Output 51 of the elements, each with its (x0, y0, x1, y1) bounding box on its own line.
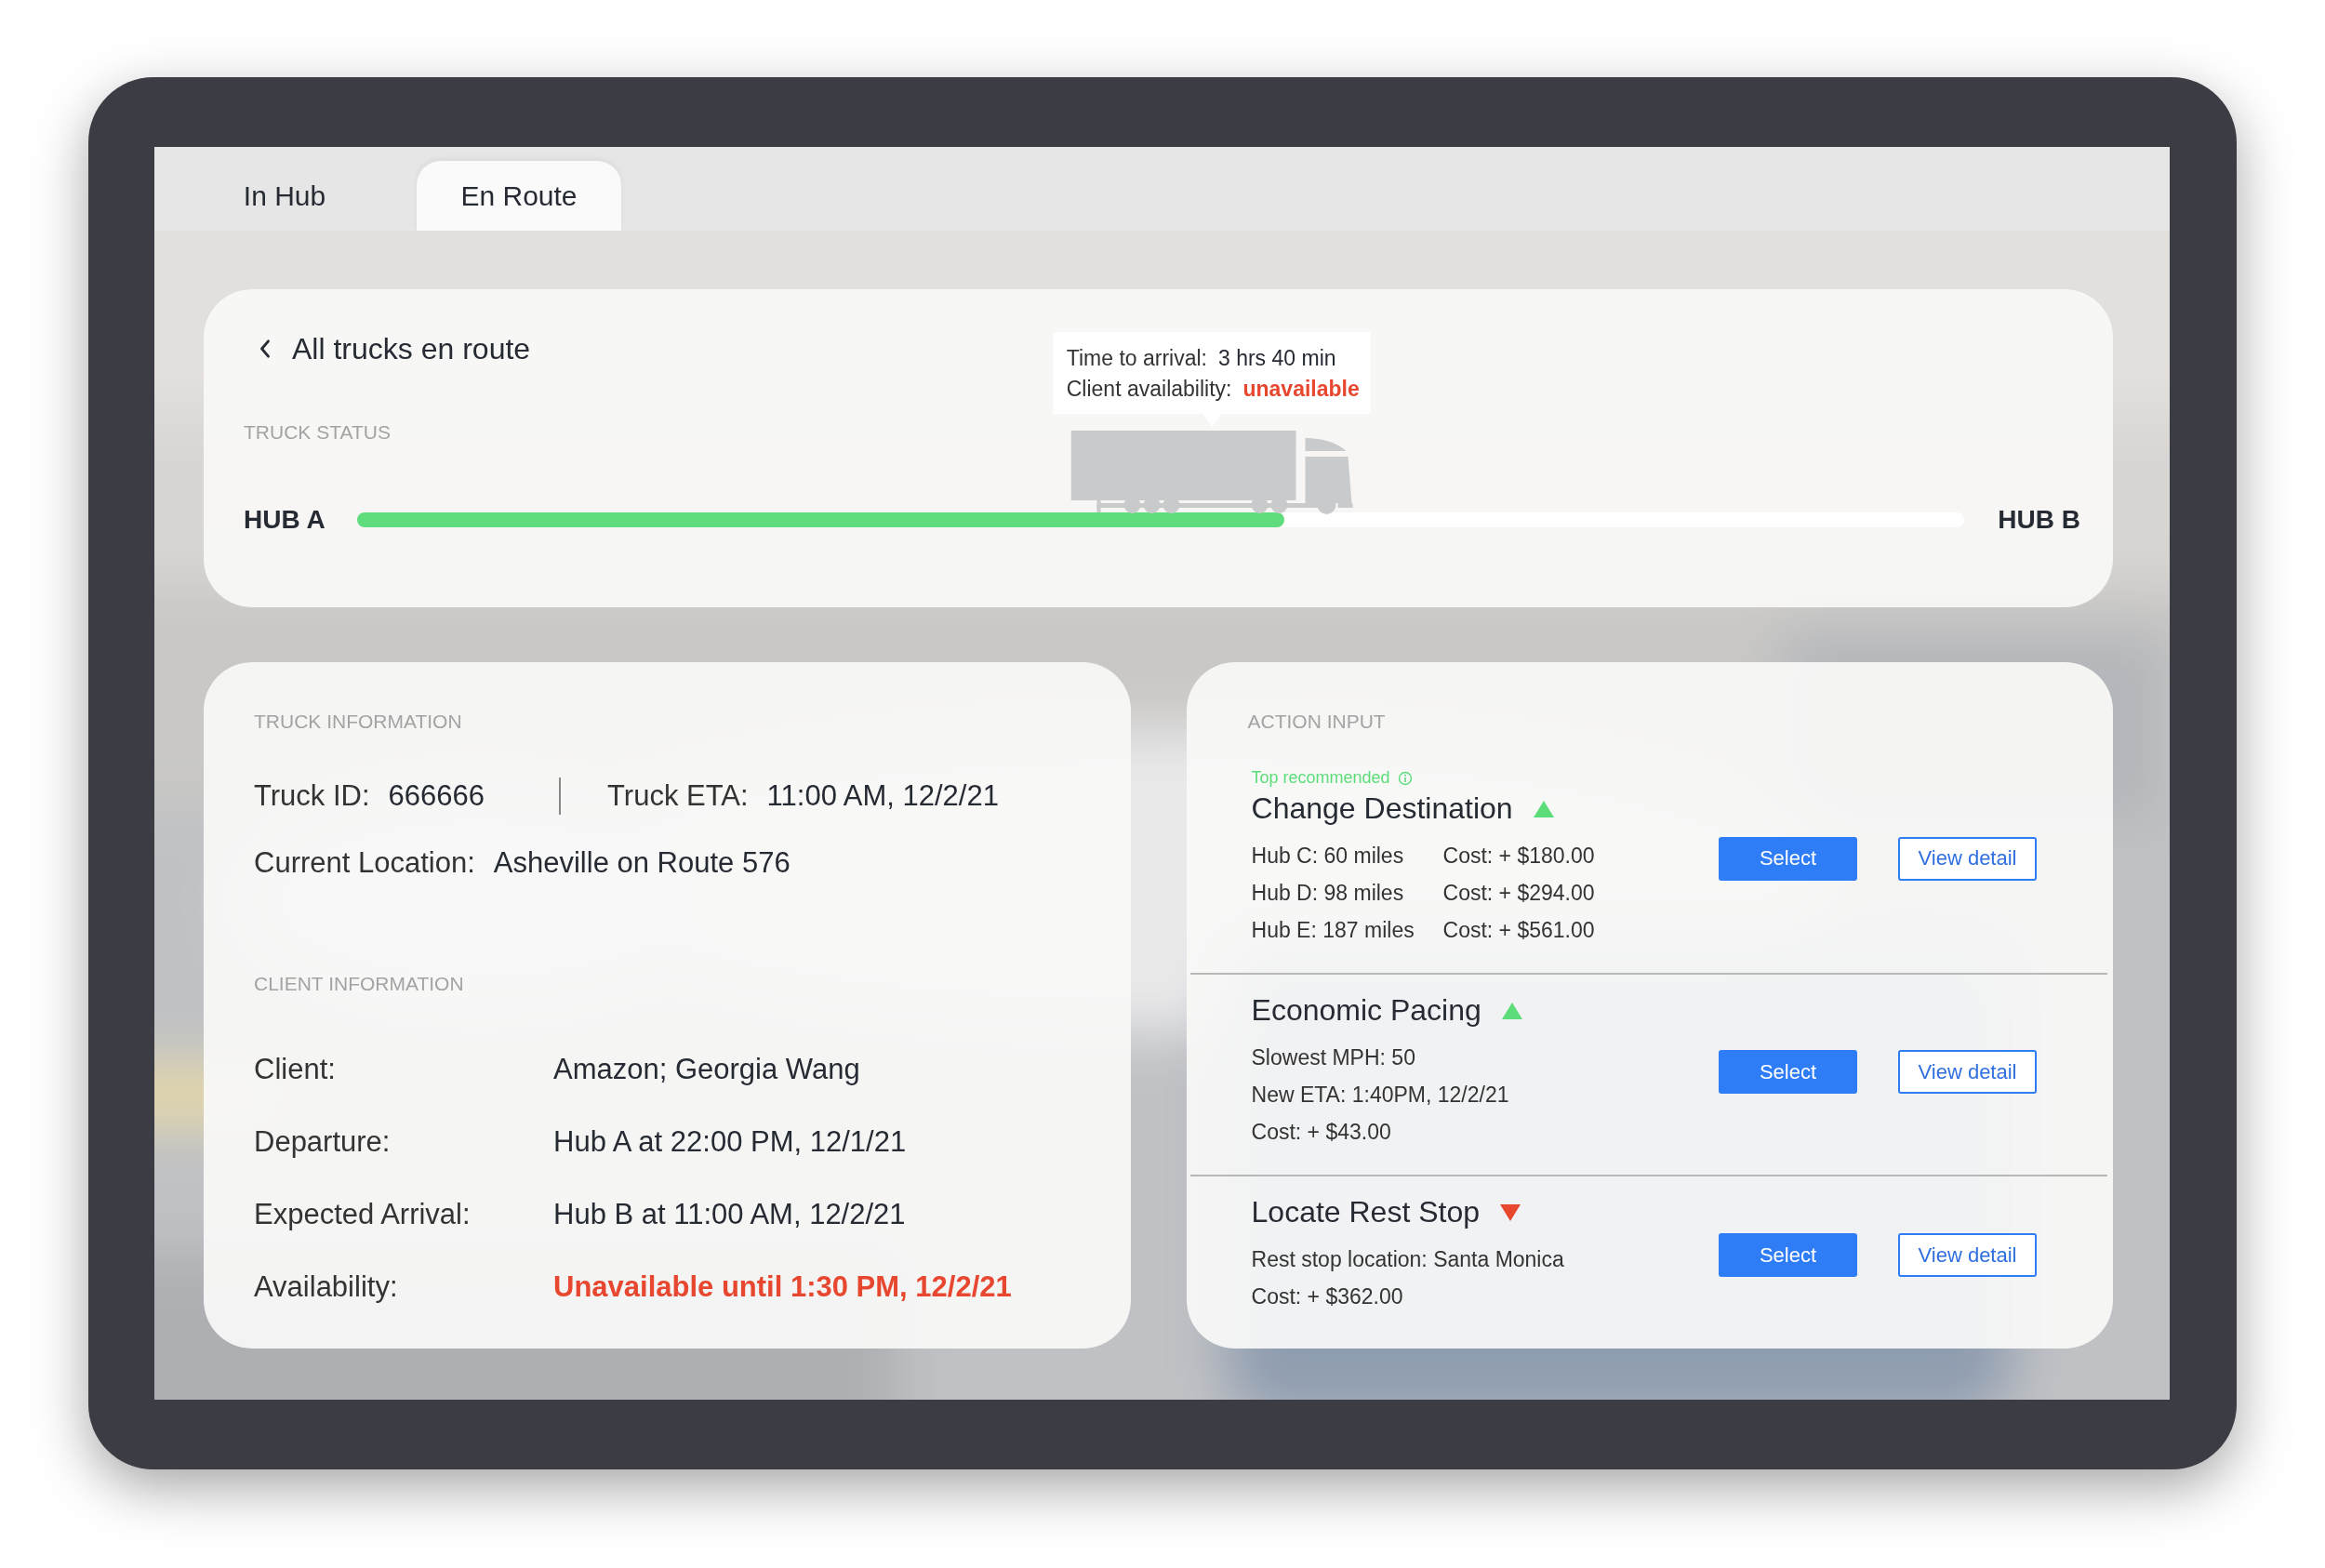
action-title: Locate Rest Stop (1251, 1195, 1480, 1229)
field-value: Hub A at 22:00 PM, 12/1/21 (553, 1125, 908, 1159)
view-detail-button[interactable]: View detail (1898, 836, 2037, 881)
field-value: 11:00 AM, 12/2/21 (766, 779, 999, 813)
tab[interactable]: In Hub (182, 161, 387, 231)
field-label: Truck ETA: (607, 779, 749, 813)
field-label: Expected Arrival: (254, 1198, 472, 1231)
detail-text: Cost: + $561.00 (1442, 917, 1596, 944)
truck-icon (1070, 431, 1354, 514)
section-label: TRUCK INFORMATION (254, 711, 462, 733)
view-detail-button[interactable]: View detail (1898, 1233, 2037, 1277)
field-label: Truck ID: (254, 779, 370, 813)
recommendation-label: Top recommended (1251, 768, 1390, 788)
tooltip-label: Client availability: (1066, 376, 1232, 403)
field-value: Hub B at 11:00 AM, 12/2/21 (553, 1198, 907, 1231)
detail-text: Hub D: 98 miles (1251, 880, 1405, 907)
detail-text: Cost: + $294.00 (1442, 880, 1596, 907)
field-value: Unavailable until 1:30 PM, 12/2/21 (553, 1270, 1013, 1304)
field-value: Amazon; Georgia Wang (553, 1053, 861, 1086)
section-label: TRUCK STATUS (244, 421, 391, 444)
hub-label: HUB A (244, 505, 326, 535)
tooltip-value: unavailable (1242, 376, 1360, 403)
section-label: ACTION INPUT (1247, 711, 1386, 733)
select-button[interactable]: Select (1719, 1050, 1857, 1094)
info-icon (1397, 770, 1413, 786)
detail-text: New ETA: 1:40PM, 12/2/21 (1251, 1082, 1509, 1109)
detail-text: Slowest MPH: 50 (1251, 1044, 1416, 1071)
action-title: Change Destination (1251, 791, 1513, 826)
detail-text: Hub E: 187 miles (1251, 917, 1415, 944)
detail-text: Rest stop location: Santa Monica (1251, 1246, 1564, 1273)
tooltip-value: 3 hrs 40 min (1218, 345, 1336, 372)
field-label: Departure: (254, 1125, 392, 1159)
action-title: Economic Pacing (1251, 993, 1481, 1028)
tooltip-label: Time to arrival: (1066, 345, 1207, 372)
detail-text: Hub C: 60 miles (1251, 843, 1405, 870)
detail-text: Cost: + $362.00 (1251, 1283, 1404, 1310)
detail-text: Cost: + $43.00 (1251, 1119, 1392, 1146)
view-detail-button[interactable]: View detail (1898, 1050, 2037, 1094)
back-link[interactable]: All trucks en route (259, 328, 531, 369)
field-value: 666666 (388, 779, 485, 813)
chevron-icon (259, 339, 272, 359)
field-label: Client: (254, 1053, 337, 1086)
detail-text: Cost: + $180.00 (1442, 843, 1596, 870)
field-value: Asheville on Route 576 (493, 846, 790, 880)
hub-label: HUB B (1998, 505, 2080, 535)
tab[interactable]: En Route (417, 161, 621, 231)
select-button[interactable]: Select (1719, 1233, 1857, 1277)
field-label: Current Location: (254, 846, 475, 880)
section-label: CLIENT INFORMATION (254, 973, 464, 995)
select-button[interactable]: Select (1719, 836, 1857, 881)
field-label: Availability: (254, 1270, 399, 1304)
